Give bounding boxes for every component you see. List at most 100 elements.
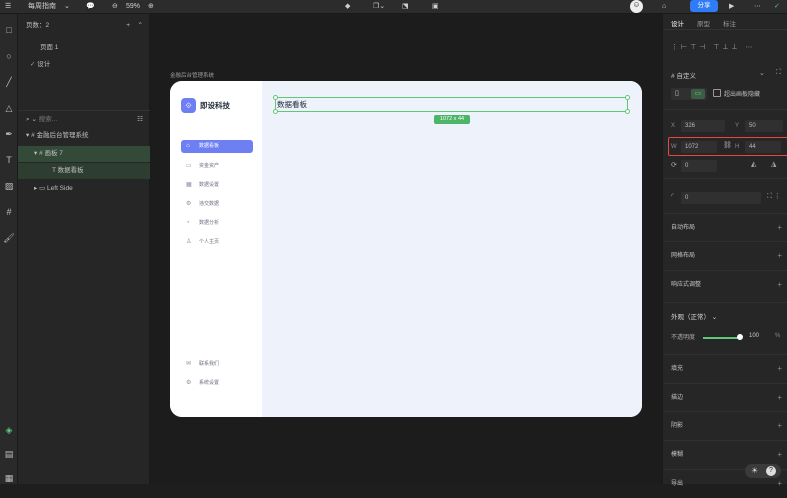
resize-handle[interactable] xyxy=(273,95,278,100)
y-field[interactable]: 50 xyxy=(745,120,783,132)
nav-label: 资金资产 xyxy=(199,163,220,169)
text-tool-icon[interactable]: T xyxy=(3,154,15,166)
add-icon[interactable]: + xyxy=(777,355,782,383)
resize-handle[interactable] xyxy=(625,109,630,114)
selection-box[interactable]: 数据看板 xyxy=(273,95,630,114)
layer-row-selected[interactable]: ▾ # 画板 7 xyxy=(18,146,150,162)
frame-tool-icon[interactable]: # xyxy=(3,206,15,218)
tab-design[interactable]: 设计 xyxy=(671,18,684,28)
add-icon[interactable]: + xyxy=(777,214,782,242)
nav-item-assets[interactable]: ▭ 资金资产 xyxy=(181,160,253,173)
appearance-label[interactable]: 外观（正常） ⌄ xyxy=(671,311,717,321)
menu-icon[interactable]: ☰ xyxy=(5,2,11,12)
mask-icon[interactable]: ⬔ xyxy=(402,2,409,12)
zoom-in-icon[interactable]: ⊕ xyxy=(148,2,154,12)
chevron-down-icon[interactable]: ⌄ xyxy=(64,2,70,12)
radius-field[interactable]: 0 xyxy=(681,192,761,204)
nav-item-dashboard[interactable]: ⌂ 数据看板 xyxy=(181,140,253,153)
zoom-level[interactable]: 59% xyxy=(126,2,140,12)
rotation-field[interactable]: 0 xyxy=(681,160,717,172)
x-label: X xyxy=(671,123,676,129)
history-icon[interactable]: ⌂ xyxy=(662,2,666,12)
boolean-icon[interactable]: ❐⌄ xyxy=(373,2,385,12)
add-icon[interactable]: + xyxy=(777,242,782,270)
page-label: 设计 xyxy=(37,61,51,68)
header-title[interactable]: 数据看板 xyxy=(277,99,307,110)
page-item[interactable]: 页面 1 xyxy=(18,40,150,56)
line-tool-icon[interactable]: ╱ xyxy=(3,76,15,88)
add-icon[interactable]: + xyxy=(777,271,782,299)
triangle-tool-icon[interactable]: △ xyxy=(3,102,15,114)
more-icon[interactable]: ⋯ xyxy=(754,2,761,12)
chevron-down-icon[interactable]: ⌄ xyxy=(759,69,765,77)
nav-item-contact[interactable]: ✉ 联系我们 xyxy=(181,358,253,371)
section-auto-layout[interactable]: 自动布局 + xyxy=(663,213,787,241)
clip-checkbox[interactable] xyxy=(713,89,721,97)
help-icon[interactable]: ? xyxy=(766,466,776,476)
alignment-icons[interactable]: ⋮⊢⊤⊣ ⊤⊥⊥ ⋯ xyxy=(671,43,755,51)
layer-label: 金融后台管理系统 xyxy=(36,132,89,139)
library-icon[interactable]: ▦ xyxy=(3,472,15,484)
layer-search[interactable]: ⌕ ⌄ 搜索... ☷ xyxy=(18,112,150,128)
section-fill[interactable]: 填充 + xyxy=(663,354,787,382)
filter-icon[interactable]: ☷ xyxy=(137,112,143,128)
flip-vertical-icon[interactable]: ◮ xyxy=(771,160,776,168)
tab-annotate[interactable]: 标注 xyxy=(723,18,736,28)
nav-item-analysis[interactable]: ◔ 数据分析 xyxy=(181,217,253,230)
add-icon[interactable]: + xyxy=(777,384,782,412)
nav-item-data-settings[interactable]: ▦ 数据设置 xyxy=(181,179,253,192)
slider-knob[interactable] xyxy=(737,334,743,340)
opacity-slider[interactable] xyxy=(703,337,739,339)
nav-item-transactions[interactable]: ⚙ 违交数据 xyxy=(181,198,253,211)
zoom-out-icon[interactable]: ⊖ xyxy=(112,2,118,12)
portrait-icon[interactable]: ▯ xyxy=(675,89,679,97)
layer-row[interactable]: T 数据看板 xyxy=(18,163,150,179)
link-icon[interactable]: ⛓ xyxy=(723,141,732,149)
page-item-active[interactable]: ✓ 设计 xyxy=(18,57,150,73)
fit-icon[interactable]: ⛶ xyxy=(776,69,781,77)
section-shadow[interactable]: 阴影 + xyxy=(663,411,787,439)
collapse-icon[interactable]: ⌃ xyxy=(138,18,143,34)
comment-icon[interactable]: 💬 xyxy=(86,2,95,12)
section-stroke[interactable]: 描边 + xyxy=(663,383,787,411)
resize-handle[interactable] xyxy=(273,109,278,114)
pen-tool-icon[interactable]: ✒ xyxy=(3,128,15,140)
sun-icon[interactable]: ☀ xyxy=(751,466,758,475)
landscape-icon[interactable]: ▭ xyxy=(691,89,705,99)
avatar[interactable]: ☺ xyxy=(630,0,643,13)
layers-icon[interactable]: ◈ xyxy=(3,424,15,436)
opacity-value[interactable]: 100 xyxy=(749,333,759,339)
search-input[interactable]: 搜索... xyxy=(39,116,57,123)
tab-prototype[interactable]: 原型 xyxy=(697,18,710,28)
file-menu[interactable]: 每周指南 xyxy=(28,2,56,12)
artboard[interactable]: ⟐ 即设科技 ⌂ 数据看板 ▭ 资金资产 ▦ 数据设置 ⚙ 违交数据 ◔ 数据分析 ♙ 个人… xyxy=(170,81,642,417)
add-page-icon[interactable]: + xyxy=(126,18,130,34)
x-field[interactable]: 326 xyxy=(681,120,725,132)
nav-item-profile[interactable]: ♙ 个人主页 xyxy=(181,236,253,249)
assets-icon[interactable]: ▤ xyxy=(3,448,15,460)
section-grid-layout[interactable]: 网格布局 + xyxy=(663,241,787,269)
check-icon[interactable]: ✓ xyxy=(774,2,780,12)
ellipse-tool-icon[interactable]: ○ xyxy=(3,50,15,62)
image-tool-icon[interactable]: ▨ xyxy=(3,180,15,192)
component-icon[interactable]: ◆ xyxy=(345,2,350,12)
layer-row[interactable]: ▸ ▭ Left Side xyxy=(18,181,150,197)
frame-type-select[interactable]: # 自定义 xyxy=(671,70,696,80)
orientation-toggle[interactable]: ▯ ▭ xyxy=(671,88,707,100)
rectangle-tool-icon[interactable]: □ xyxy=(3,24,15,36)
flip-horizontal-icon[interactable]: ◭ xyxy=(751,160,756,168)
resize-handle[interactable] xyxy=(625,95,630,100)
add-icon[interactable]: + xyxy=(777,412,782,440)
play-icon[interactable]: ▶ xyxy=(729,2,734,12)
width-field[interactable]: 1072 xyxy=(681,141,717,153)
frame-icon: # xyxy=(671,73,675,80)
layer-row[interactable]: ▾ # 金融后台管理系统 xyxy=(18,128,150,144)
frame-icon[interactable]: ▣ xyxy=(432,2,439,12)
section-responsive[interactable]: 响应式调整 + xyxy=(663,270,787,298)
share-button[interactable]: 分享 xyxy=(690,0,718,12)
nav-item-system-settings[interactable]: ⚙ 系统设置 xyxy=(181,377,253,390)
height-field[interactable]: 44 xyxy=(745,141,781,153)
independent-corners-icon[interactable]: ⛶ ⋮ xyxy=(767,192,781,201)
brush-tool-icon[interactable]: 🖌 xyxy=(3,232,15,244)
frame-label[interactable]: 金融后台管理系统 xyxy=(170,71,214,79)
